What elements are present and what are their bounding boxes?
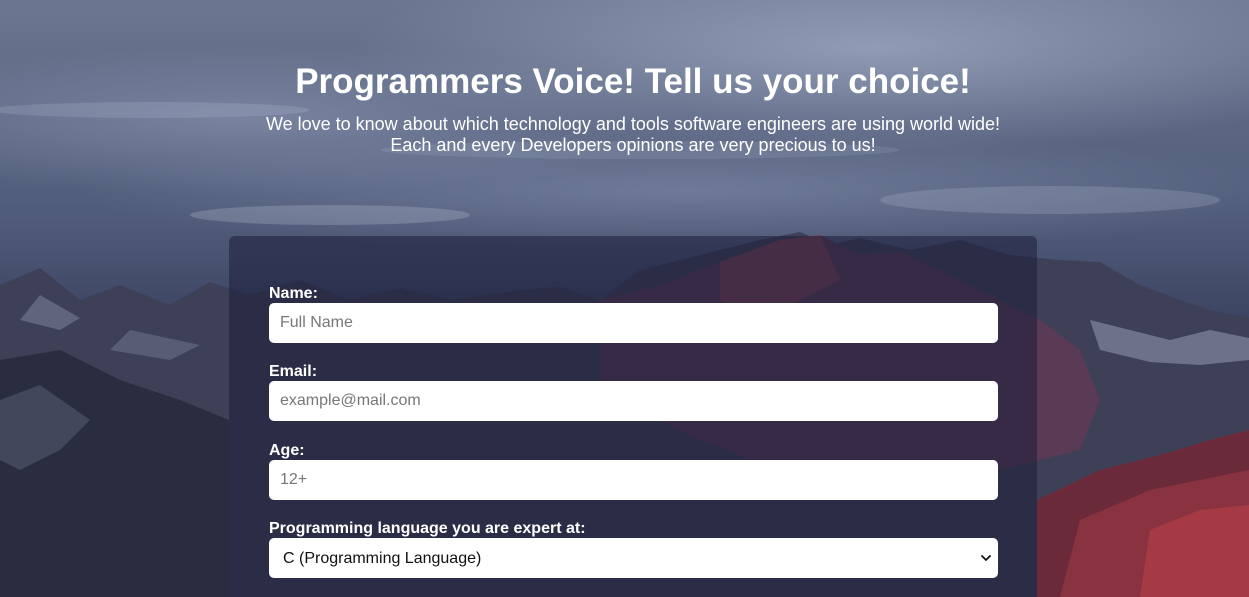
description-line-2: Each and every Developers opinions are v… xyxy=(390,135,876,155)
page-title: Programmers Voice! Tell us your choice! xyxy=(295,62,971,101)
page-description: We love to know about which technology a… xyxy=(0,114,1249,156)
name-input[interactable] xyxy=(269,303,998,343)
email-label: Email: xyxy=(269,363,318,380)
age-field-group: Age: xyxy=(269,442,998,500)
age-label: Age: xyxy=(269,442,305,459)
language-label: Programming language you are expert at: xyxy=(269,520,586,537)
email-field-group: Email: xyxy=(269,363,998,421)
language-field-group: Programming language you are expert at: … xyxy=(269,520,998,578)
survey-form: Name: Email: Age: Programming language y… xyxy=(229,236,1037,597)
age-input[interactable] xyxy=(269,460,998,500)
language-select-wrapper: C (Programming Language) xyxy=(269,538,998,578)
name-field-group: Name: xyxy=(269,285,998,343)
description-line-1: We love to know about which technology a… xyxy=(265,114,1001,134)
email-input[interactable] xyxy=(269,381,998,421)
language-select[interactable]: C (Programming Language) xyxy=(269,538,998,578)
name-label: Name: xyxy=(269,285,318,302)
page-header: Programmers Voice! Tell us your choice! … xyxy=(0,58,1249,156)
